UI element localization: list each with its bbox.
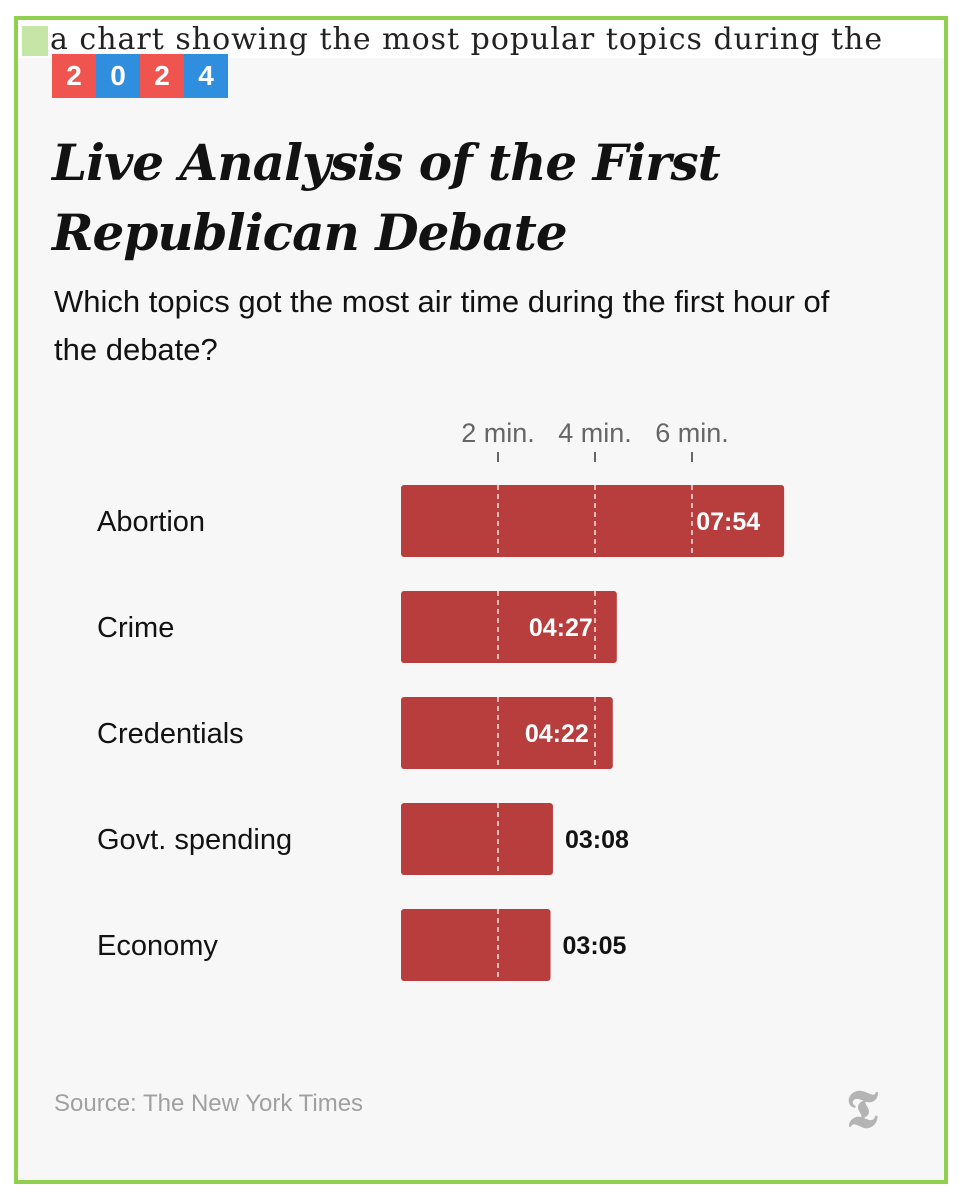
value-label: 04:22: [525, 720, 589, 748]
x-tick-label: 6 min.: [655, 418, 729, 448]
category-label: Abortion: [97, 506, 205, 538]
value-label: 03:08: [565, 826, 629, 854]
x-tick-label: 4 min.: [558, 418, 632, 448]
bar-chart: 2 min. 4 min. 6 min. Abortion 07:54 Crime 04:2…: [97, 418, 785, 981]
category-label: Crime: [97, 612, 174, 644]
x-tick-label: 2 min.: [461, 418, 535, 448]
bar: [401, 803, 553, 875]
category-label: Credentials: [97, 718, 244, 750]
value-label: 07:54: [696, 508, 760, 536]
bar: [401, 909, 551, 981]
category-label: Govt. spending: [97, 824, 292, 856]
value-label: 03:05: [563, 932, 627, 960]
category-label: Economy: [97, 930, 218, 962]
nyt-logo-icon: 𝕿: [846, 1079, 878, 1140]
value-label: 04:27: [529, 614, 593, 642]
source-note: Source: The New York Times: [54, 1090, 364, 1117]
